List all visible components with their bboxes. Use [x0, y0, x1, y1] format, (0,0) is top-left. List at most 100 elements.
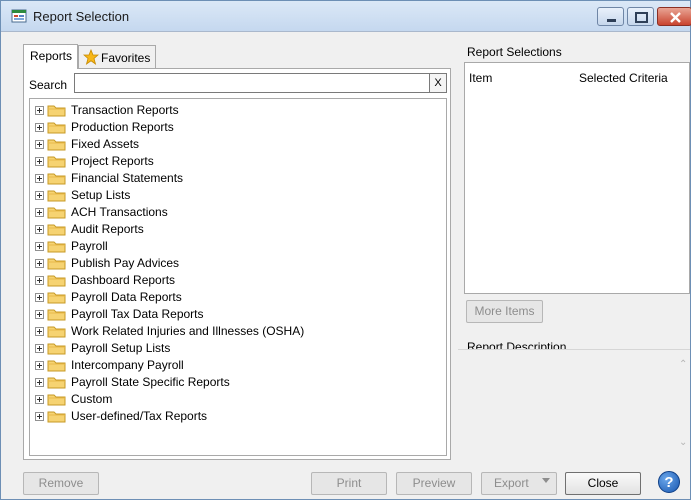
- expand-icon[interactable]: [35, 208, 44, 217]
- folder-icon: [47, 241, 66, 253]
- tree-item[interactable]: Audit Reports: [30, 221, 446, 238]
- folder-icon: [47, 394, 66, 406]
- folder-icon: [47, 173, 66, 185]
- report-selection-window: Report Selection Reports Favorites Searc…: [0, 0, 691, 500]
- window-title: Report Selection: [33, 9, 130, 24]
- tab-favorites[interactable]: Favorites: [78, 45, 156, 68]
- tree-item-label: Work Related Injuries and Illnesses (OSH…: [71, 324, 305, 338]
- export-button[interactable]: Export: [481, 472, 557, 495]
- column-header-selected-criteria[interactable]: Selected Criteria: [579, 71, 668, 85]
- search-clear-button[interactable]: X: [430, 73, 447, 93]
- folder-icon: [47, 411, 66, 423]
- expand-icon[interactable]: [35, 123, 44, 132]
- expand-icon[interactable]: [35, 395, 44, 404]
- expand-icon[interactable]: [35, 242, 44, 251]
- tree-item-label: Audit Reports: [71, 222, 144, 236]
- tree-item[interactable]: Production Reports: [30, 119, 446, 136]
- tree-item[interactable]: Fixed Assets: [30, 136, 446, 153]
- folder-icon: [47, 343, 66, 355]
- close-window-button[interactable]: [657, 7, 691, 26]
- close-button[interactable]: Close: [565, 472, 641, 495]
- tree-item-label: Payroll Setup Lists: [71, 341, 171, 355]
- folder-icon: [47, 292, 66, 304]
- report-tree[interactable]: Transaction Reports Production Reports F…: [29, 98, 447, 456]
- folder-icon: [47, 377, 66, 389]
- tree-item[interactable]: Custom: [30, 391, 446, 408]
- folder-icon: [47, 224, 66, 236]
- tree-item[interactable]: Work Related Injuries and Illnesses (OSH…: [30, 323, 446, 340]
- tree-item[interactable]: Transaction Reports: [30, 102, 446, 119]
- tree-item-label: Production Reports: [71, 120, 174, 134]
- tree-item[interactable]: Publish Pay Advices: [30, 255, 446, 272]
- tab-favorites-label: Favorites: [101, 51, 151, 65]
- dropdown-arrow-icon[interactable]: [542, 478, 550, 483]
- title-bar[interactable]: Report Selection: [1, 1, 691, 32]
- expand-icon[interactable]: [35, 412, 44, 421]
- scroll-down-icon[interactable]: ⌄: [679, 437, 687, 448]
- tree-item[interactable]: Payroll State Specific Reports: [30, 374, 446, 391]
- folder-icon: [47, 156, 66, 168]
- expand-icon[interactable]: [35, 327, 44, 336]
- folder-icon: [47, 207, 66, 219]
- expand-icon[interactable]: [35, 344, 44, 353]
- maximize-button[interactable]: [627, 7, 654, 26]
- expand-icon[interactable]: [35, 140, 44, 149]
- tree-item[interactable]: Payroll Tax Data Reports: [30, 306, 446, 323]
- folder-icon: [47, 309, 66, 321]
- tree-item[interactable]: ACH Transactions: [30, 204, 446, 221]
- more-items-button[interactable]: More Items: [466, 300, 543, 323]
- tree-item[interactable]: Dashboard Reports: [30, 272, 446, 289]
- tree-item[interactable]: User-defined/Tax Reports: [30, 408, 446, 425]
- tree-item[interactable]: Intercompany Payroll: [30, 357, 446, 374]
- tree-item-label: Fixed Assets: [71, 137, 140, 151]
- close-icon: [670, 12, 681, 23]
- expand-icon[interactable]: [35, 293, 44, 302]
- tree-item-label: Transaction Reports: [71, 103, 179, 117]
- report-selections-list[interactable]: Item Selected Criteria: [464, 62, 690, 294]
- expand-icon[interactable]: [35, 225, 44, 234]
- expand-icon[interactable]: [35, 191, 44, 200]
- tree-item-label: Setup Lists: [71, 188, 131, 202]
- search-label: Search: [29, 78, 68, 92]
- export-label: Export: [494, 476, 529, 490]
- tree-item[interactable]: Payroll: [30, 238, 446, 255]
- tab-reports[interactable]: Reports: [23, 44, 78, 69]
- report-selections-title: Report Selections: [467, 45, 562, 59]
- tree-item-label: Payroll State Specific Reports: [71, 375, 230, 389]
- tree-item[interactable]: Setup Lists: [30, 187, 446, 204]
- expand-icon[interactable]: [35, 259, 44, 268]
- expand-icon[interactable]: [35, 310, 44, 319]
- maximize-icon: [635, 12, 648, 23]
- folder-icon: [47, 258, 66, 270]
- expand-icon[interactable]: [35, 174, 44, 183]
- tab-reports-label: Reports: [30, 49, 73, 63]
- tree-item[interactable]: Financial Statements: [30, 170, 446, 187]
- tree-item-label: Payroll Tax Data Reports: [71, 307, 204, 321]
- scroll-up-icon[interactable]: ⌃: [679, 359, 687, 370]
- print-button[interactable]: Print: [311, 472, 387, 495]
- expand-icon[interactable]: [35, 378, 44, 387]
- tree-item-label: Intercompany Payroll: [71, 358, 184, 372]
- tree-item[interactable]: Payroll Setup Lists: [30, 340, 446, 357]
- column-header-item[interactable]: Item: [469, 71, 492, 85]
- folder-icon: [47, 105, 66, 117]
- tree-item[interactable]: Payroll Data Reports: [30, 289, 446, 306]
- expand-icon[interactable]: [35, 361, 44, 370]
- expand-icon[interactable]: [35, 106, 44, 115]
- help-icon[interactable]: ?: [658, 471, 680, 493]
- folder-icon: [47, 190, 66, 202]
- minimize-button[interactable]: [597, 7, 624, 26]
- preview-button[interactable]: Preview: [396, 472, 472, 495]
- tree-item-label: ACH Transactions: [71, 205, 168, 219]
- search-input[interactable]: [74, 73, 430, 93]
- expand-icon[interactable]: [35, 276, 44, 285]
- folder-icon: [47, 360, 66, 372]
- tree-item-label: Dashboard Reports: [71, 273, 176, 287]
- tree-item-label: User-defined/Tax Reports: [71, 409, 208, 423]
- folder-icon: [47, 275, 66, 287]
- star-icon: [83, 49, 99, 65]
- folder-icon: [47, 326, 66, 338]
- expand-icon[interactable]: [35, 157, 44, 166]
- tree-item[interactable]: Project Reports: [30, 153, 446, 170]
- remove-button[interactable]: Remove: [23, 472, 99, 495]
